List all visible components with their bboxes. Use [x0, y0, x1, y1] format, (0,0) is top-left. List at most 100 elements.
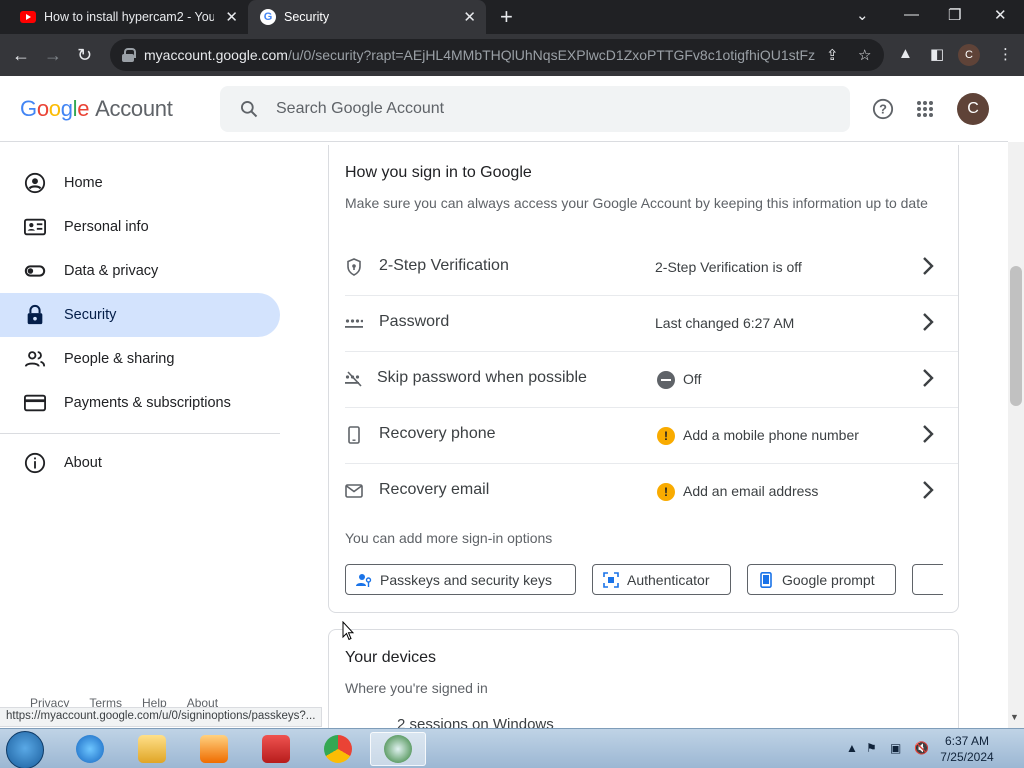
close-tab-icon[interactable]: ✕: [225, 8, 238, 26]
restore-icon[interactable]: ❐: [948, 6, 961, 24]
tab-title: Security: [284, 10, 330, 24]
url-text[interactable]: myaccount.google.com/u/0/security?rapt=A…: [144, 47, 816, 63]
file-explorer-icon[interactable]: [124, 732, 180, 766]
authenticator-button[interactable]: Authenticator: [592, 564, 731, 595]
lock-icon: [27, 304, 43, 325]
sidebar-item-label: Data & privacy: [64, 263, 159, 279]
google-icon: G: [260, 9, 276, 25]
more-option-button[interactable]: [912, 564, 943, 595]
sidebar-item-label: People & sharing: [64, 351, 175, 367]
tab-youtube[interactable]: How to install hypercam2 - YouT ✕: [8, 0, 248, 34]
forward-icon[interactable]: →: [44, 44, 62, 66]
sidebar-item-about[interactable]: About: [0, 441, 280, 485]
search-box[interactable]: [220, 86, 850, 132]
row-status: Add an email address: [683, 483, 819, 499]
chip-label: Google prompt: [782, 571, 875, 588]
warning-icon: !: [657, 483, 675, 501]
tab-security[interactable]: G Security ✕: [248, 0, 486, 34]
row-status: Last changed 6:27 AM: [655, 315, 795, 331]
people-icon: [24, 351, 46, 367]
start-button[interactable]: [6, 731, 44, 768]
avatar[interactable]: C: [957, 93, 989, 125]
tab-title: How to install hypercam2 - YouT: [44, 10, 214, 24]
toggle-icon: [24, 265, 46, 277]
network-icon[interactable]: ▣: [890, 741, 901, 755]
minimize-icon[interactable]: —: [904, 6, 919, 23]
row-status: 2-Step Verification is off: [655, 259, 802, 275]
off-circle-icon: [657, 371, 675, 389]
row-recovery-email[interactable]: Recovery email ! Add an email address: [345, 464, 958, 520]
sidebar-item-label: Security: [64, 307, 117, 323]
row-label: Skip password when possible: [377, 369, 587, 386]
browser-tab-bar: How to install hypercam2 - YouT ✕ G Secu…: [0, 0, 1024, 34]
row-2-step-verification[interactable]: 2-Step Verification 2-Step Verification …: [345, 240, 958, 296]
scrollbar-thumb[interactable]: [1010, 266, 1022, 406]
chip-label: Authenticator: [627, 571, 710, 588]
account-header: GoogleAccount ? C: [0, 76, 1008, 142]
new-tab-icon[interactable]: +: [500, 6, 513, 28]
sidebar-item-personal-info[interactable]: Personal info: [0, 205, 280, 249]
help-icon[interactable]: ?: [872, 98, 894, 120]
search-icon: [241, 101, 258, 118]
internet-explorer-icon[interactable]: [62, 732, 118, 766]
chrome-icon[interactable]: [310, 732, 366, 766]
sidebar-item-security[interactable]: Security: [0, 293, 280, 337]
sidebar-item-people-sharing[interactable]: People & sharing: [0, 337, 280, 381]
skip-password-icon: [345, 371, 362, 387]
address-bar[interactable]: myaccount.google.com/u/0/security?rapt=A…: [110, 39, 884, 71]
sessions-text[interactable]: 2 sessions on Windows: [397, 716, 554, 728]
tray-show-hidden-icon[interactable]: ▲: [846, 741, 858, 755]
sidebar-item-label: Payments & subscriptions: [64, 395, 231, 411]
google-account-logo[interactable]: Google Account: [20, 96, 173, 122]
sidebar-divider: [0, 433, 280, 434]
sidebar-item-label: About: [64, 455, 102, 471]
hypercam-icon[interactable]: [248, 732, 304, 766]
clock-time: 6:37 AM: [944, 734, 990, 748]
phone-icon: [348, 426, 360, 444]
side-panel-icon[interactable]: ◧: [930, 45, 944, 63]
sidebar-item-payments[interactable]: Payments & subscriptions: [0, 381, 280, 425]
tab-search-chevron-icon[interactable]: ⌄: [856, 6, 869, 24]
bookmark-star-icon[interactable]: ☆: [858, 46, 871, 64]
extensions-icon[interactable]: ▲: [898, 45, 913, 62]
clock-date: 7/25/2024: [940, 750, 994, 764]
reload-icon[interactable]: ↻: [77, 44, 92, 66]
active-app-icon[interactable]: [370, 732, 426, 766]
google-prompt-button[interactable]: Google prompt: [747, 564, 896, 595]
volume-muted-icon[interactable]: 🔇: [914, 741, 929, 755]
menu-kebab-icon[interactable]: ⋮: [998, 45, 1013, 63]
row-recovery-phone[interactable]: Recovery phone ! Add a mobile phone numb…: [345, 408, 958, 464]
chevron-right-icon: [923, 369, 934, 387]
media-player-icon[interactable]: [186, 732, 242, 766]
row-label: Recovery email: [379, 481, 490, 498]
passkey-icon: [356, 574, 372, 587]
chevron-right-icon: [923, 257, 934, 275]
close-window-icon[interactable]: ✕: [994, 6, 1007, 24]
apps-grid-icon[interactable]: [916, 100, 934, 118]
action-center-flag-icon[interactable]: ⚑: [866, 741, 877, 755]
browser-toolbar: ← → ↻ myaccount.google.com/u/0/security?…: [0, 34, 1024, 76]
sidebar-item-label: Home: [64, 175, 103, 191]
back-icon[interactable]: ←: [12, 44, 30, 66]
status-url-bubble: https://myaccount.google.com/u/0/signino…: [0, 707, 323, 727]
row-label: Recovery phone: [379, 425, 496, 442]
page-scrollbar[interactable]: [1008, 142, 1024, 728]
close-tab-icon[interactable]: ✕: [463, 8, 476, 26]
row-skip-password[interactable]: Skip password when possible Off: [345, 352, 958, 408]
mail-icon: [345, 484, 363, 498]
profile-avatar[interactable]: C: [958, 44, 980, 66]
lock-icon[interactable]: [122, 48, 136, 62]
search-input[interactable]: [276, 86, 836, 132]
phone-prompt-icon: [760, 572, 772, 588]
id-card-icon: [24, 218, 46, 236]
home-icon: [24, 172, 46, 194]
row-password[interactable]: Password Last changed 6:27 AM: [345, 296, 958, 352]
share-icon[interactable]: ⇪: [826, 46, 839, 64]
taskbar-clock[interactable]: 6:37 AM 7/25/2024: [932, 733, 1002, 765]
sidebar-item-data-privacy[interactable]: Data & privacy: [0, 249, 280, 293]
scroll-down-arrow-icon[interactable]: ▼: [1010, 712, 1019, 722]
sidebar-item-home[interactable]: Home: [0, 161, 280, 205]
sidebar-item-label: Personal info: [64, 219, 149, 235]
passkeys-button[interactable]: Passkeys and security keys: [345, 564, 576, 595]
devices-description: Where you're signed in: [345, 680, 488, 696]
